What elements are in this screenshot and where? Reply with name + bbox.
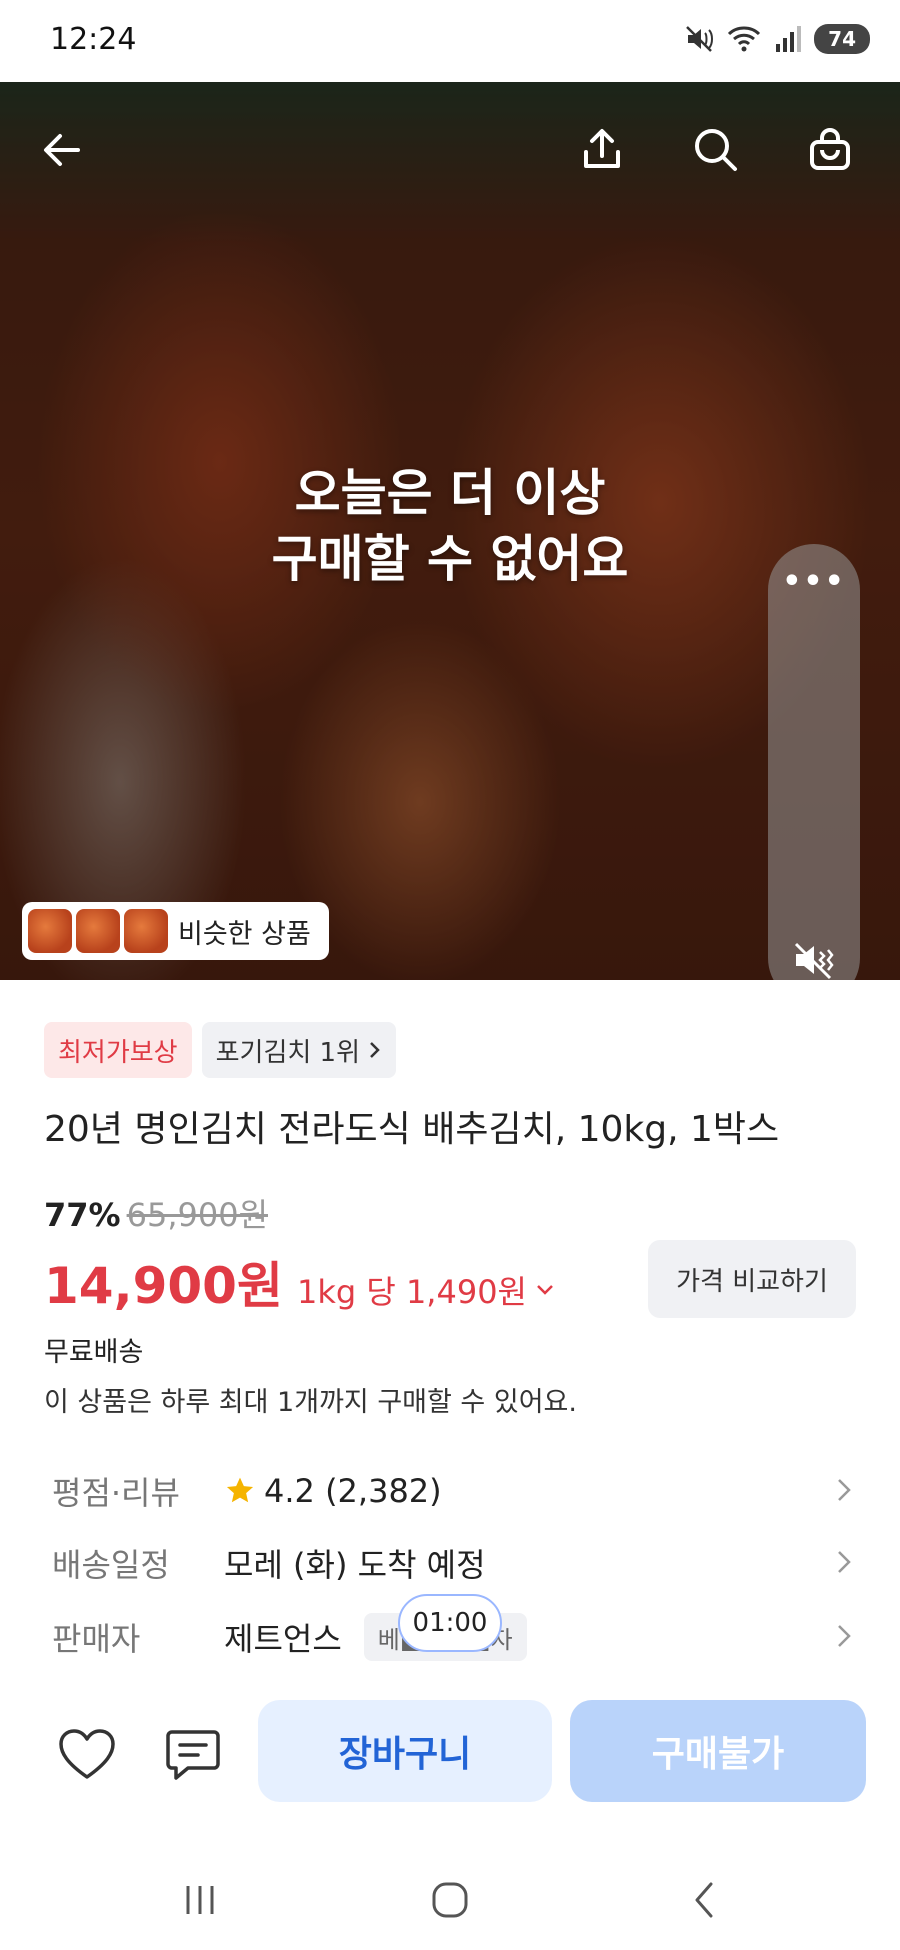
timer-bubble: 01:00 — [398, 1594, 502, 1652]
product-hero-video[interactable]: 오늘은 더 이상 구매할 수 없어요 ••• 비슷한 상품 — [0, 82, 900, 980]
add-to-cart-button[interactable]: 장바구니 — [258, 1700, 552, 1802]
recent-apps-button[interactable] — [160, 1870, 240, 1930]
product-badges: 최저가보상 포기김치 1위 — [44, 1022, 397, 1078]
home-button[interactable] — [410, 1870, 490, 1930]
discount-percent: 77% — [44, 1196, 121, 1234]
chat-icon — [166, 1730, 220, 1780]
rating-label: 평점·리뷰 — [52, 1474, 180, 1512]
battery-icon: 74 — [814, 24, 870, 54]
shopping-bag-button[interactable] — [800, 120, 860, 180]
chevron-down-icon — [537, 1285, 553, 1295]
status-time: 12:24 — [50, 22, 137, 57]
share-icon — [584, 129, 620, 168]
delivery-label: 배송일정 — [52, 1546, 170, 1584]
chevron-right-icon — [838, 1625, 851, 1647]
sold-out-line-2: 구매할 수 없어요 — [271, 530, 629, 588]
video-control-pill: ••• — [768, 544, 860, 980]
back-chevron-icon — [695, 1882, 713, 1918]
inquiry-button[interactable] — [158, 1720, 228, 1790]
similar-thumb-2 — [76, 909, 120, 953]
back-button[interactable] — [32, 120, 92, 180]
wishlist-button[interactable] — [52, 1720, 122, 1790]
sold-out-message: 오늘은 더 이상 구매할 수 없어요 — [0, 460, 900, 592]
wifi-icon — [728, 26, 761, 52]
share-button[interactable] — [572, 120, 632, 180]
lowest-price-badge[interactable]: 최저가보상 — [44, 1022, 192, 1078]
back-nav-button[interactable] — [664, 1870, 744, 1930]
sale-price: 14,900원 — [44, 1257, 283, 1315]
price-compare-button[interactable]: 가격 비교하기 — [648, 1240, 856, 1318]
status-icons: 74 — [684, 24, 870, 54]
back-arrow-icon — [44, 134, 80, 166]
chevron-right-icon — [838, 1479, 851, 1501]
purchase-limit-note: 이 상품은 하루 최대 1개까지 구매할 수 있어요. — [44, 1387, 577, 1418]
unit-price-label: 1kg 당 1,490원 — [296, 1273, 527, 1311]
ranking-badge[interactable]: 포기김치 1위 — [201, 1022, 397, 1078]
star-icon — [226, 1477, 254, 1503]
signal-icon — [776, 26, 802, 52]
product-title: 20년 명인김치 전라도식 배추김치, 10kg, 1박스 — [44, 1109, 780, 1150]
chevron-right-icon — [370, 1042, 380, 1058]
seller-name: 제트언스 — [224, 1620, 342, 1658]
unit-price-toggle[interactable]: 1kg 당 1,490원 — [297, 1267, 555, 1313]
status-bar: 12:24 74 — [0, 0, 900, 82]
similar-thumb-3 — [124, 909, 168, 953]
similar-thumbnails — [28, 909, 168, 953]
recent-apps-icon — [186, 1886, 214, 1914]
home-icon — [432, 1882, 468, 1918]
ranking-label: 포기김치 1위 — [215, 1037, 361, 1068]
rating-value-wrap: 4.2 (2,382) — [224, 1472, 442, 1510]
bottom-action-bar: 장바구니 구매불가 — [0, 1690, 900, 1810]
shipping-info: 무료배송 — [44, 1337, 144, 1368]
search-button[interactable] — [686, 120, 746, 180]
mute-icon — [686, 26, 714, 52]
hero-nav-bar — [0, 110, 900, 190]
buy-unavailable-button[interactable]: 구매불가 — [570, 1700, 866, 1802]
rating-value: 4.2 (2,382) — [264, 1472, 442, 1510]
original-price: 65,900원 — [126, 1196, 269, 1234]
search-icon — [695, 129, 737, 171]
discount-row: 77% 65,900원 — [44, 1190, 268, 1236]
similar-products-button[interactable]: 비슷한 상품 — [22, 902, 329, 960]
mute-toggle-button[interactable] — [768, 936, 860, 980]
delivery-value: 모레 (화) 도착 예정 — [224, 1546, 486, 1584]
delivery-row[interactable]: 배송일정 모레 (화) 도착 예정 — [52, 1538, 852, 1588]
rating-row[interactable]: 평점·리뷰 4.2 (2,382) — [52, 1466, 852, 1516]
system-nav-bar — [0, 1850, 900, 1950]
chevron-right-icon — [838, 1551, 851, 1573]
price-row: 14,900원 1kg 당 1,490원 — [44, 1246, 555, 1318]
shopping-bag-icon — [810, 128, 850, 170]
seller-label: 판매자 — [52, 1620, 141, 1658]
sold-out-line-1: 오늘은 더 이상 — [294, 464, 606, 522]
more-options-button[interactable]: ••• — [768, 564, 860, 599]
similar-products-label: 비슷한 상품 — [178, 918, 311, 950]
heart-icon — [59, 1729, 115, 1779]
speaker-muted-icon — [794, 942, 834, 980]
similar-thumb-1 — [28, 909, 72, 953]
